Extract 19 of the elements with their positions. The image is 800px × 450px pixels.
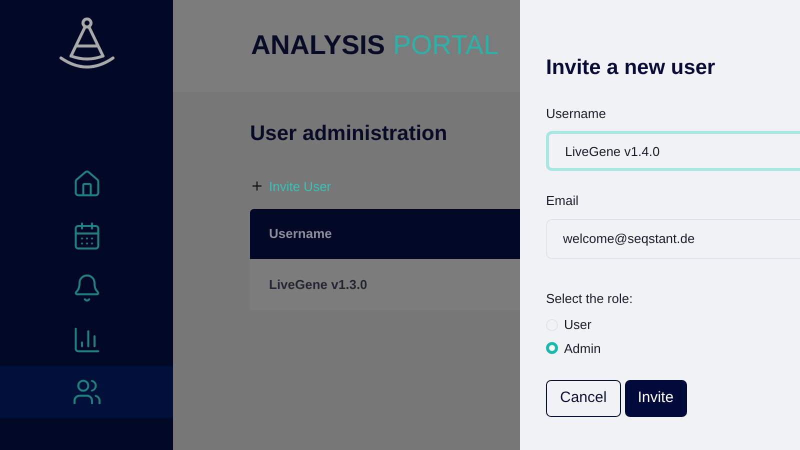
drawer-title: Invite a new user bbox=[546, 55, 716, 81]
field-label: Username bbox=[546, 104, 607, 122]
role-label: Select the role: bbox=[546, 290, 634, 308]
text-field[interactable]: LiveGene v1.4.0 bbox=[546, 131, 800, 171]
portal-title: ANALYSIS bbox=[251, 28, 386, 62]
sextant-logo bbox=[58, 16, 114, 70]
column-header: Username bbox=[269, 225, 332, 244]
page-heading: User administration bbox=[250, 121, 448, 147]
portal-title: PORTAL bbox=[393, 28, 499, 62]
text-field[interactable]: welcome@seqstant.de bbox=[546, 218, 800, 258]
role-radio[interactable]: User bbox=[546, 315, 800, 334]
table-cell-text: LiveGene v1.3.0 bbox=[269, 276, 368, 294]
bar-chart-icon bbox=[72, 325, 102, 355]
users-icon bbox=[72, 377, 102, 407]
role-radio[interactable]: Admin bbox=[546, 338, 800, 358]
plus-icon bbox=[250, 179, 264, 194]
cancel-button[interactable]: Cancel bbox=[546, 380, 621, 417]
invite-button[interactable]: Invite bbox=[624, 380, 687, 417]
field-label: Email bbox=[546, 192, 580, 210]
